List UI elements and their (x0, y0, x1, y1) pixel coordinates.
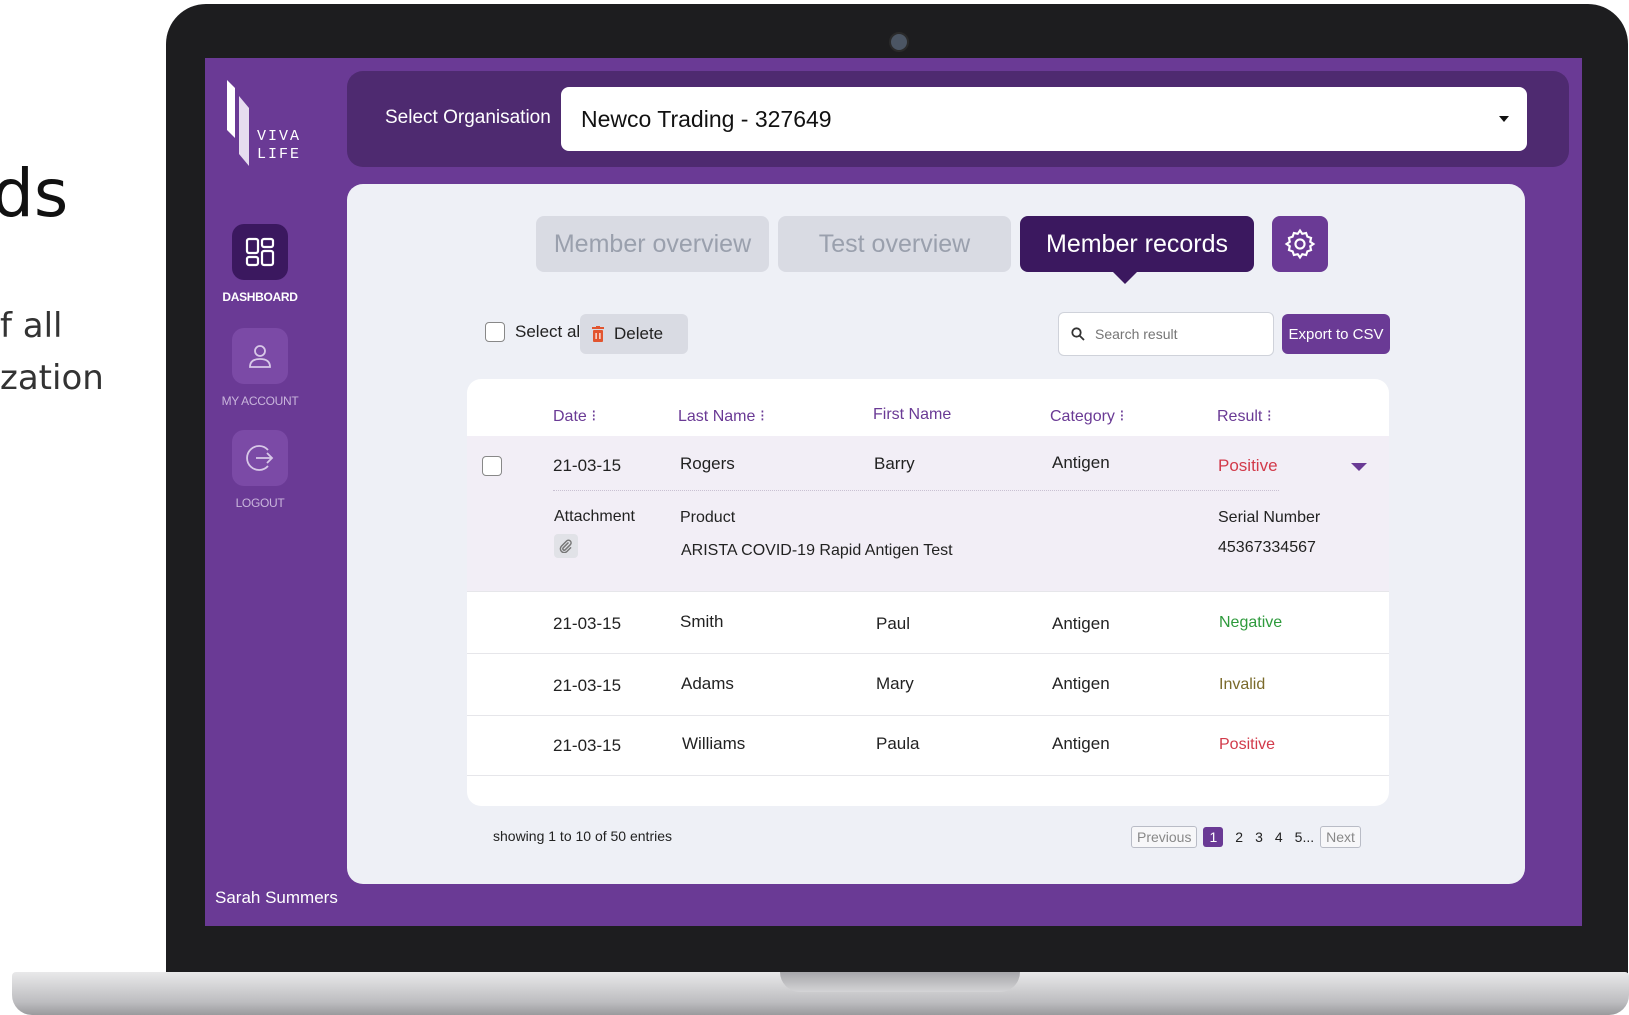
sidebar-item-dashboard[interactable]: DASHBOARD (222, 224, 298, 304)
cell-date: 21-03-15 (553, 614, 622, 633)
column-header-category[interactable]: Category ⁝ (1050, 406, 1124, 426)
page-2-button[interactable]: 2 (1235, 829, 1243, 845)
delete-button[interactable]: Delete (580, 314, 688, 354)
collapse-caret-icon[interactable] (1351, 463, 1367, 471)
product-value: ARISTA COVID-19 Rapid Antigen Test (681, 542, 953, 559)
logout-icon (232, 430, 288, 486)
cell-category: Antigen (1052, 734, 1110, 753)
cell-category: Antigen (1052, 674, 1110, 693)
row-divider (467, 775, 1389, 777)
select-all-label: Select all (515, 322, 584, 341)
cell-last-name: Williams (682, 734, 746, 753)
cell-last-name: Rogers (680, 454, 735, 473)
user-icon (232, 328, 288, 384)
marketing-text: f all zation (0, 300, 104, 404)
search-icon (1071, 327, 1085, 341)
page-5-button[interactable]: 5 (1295, 829, 1303, 845)
cell-result: Invalid (1219, 676, 1266, 693)
tab-member-overview[interactable]: Member overview (536, 216, 769, 272)
app-screen: VIVA LIFE DASHBOARD MY ACCOUNT LOGOUT Sa… (205, 58, 1582, 926)
cell-category: Antigen (1052, 614, 1110, 633)
svg-text:VIVA: VIVA (257, 128, 301, 145)
product-label: Product (680, 509, 736, 526)
cell-result: Negative (1219, 614, 1283, 631)
search-box[interactable] (1058, 312, 1274, 356)
next-page-button[interactable]: Next (1320, 826, 1361, 848)
organisation-select[interactable]: Newco Trading - 327649 (561, 87, 1527, 151)
chevron-down-icon (1499, 116, 1509, 122)
serial-number-label: Serial Number (1218, 509, 1321, 526)
column-header-first-name: First Name (873, 406, 952, 423)
organisation-value: Newco Trading - 327649 (581, 105, 832, 132)
cell-result: Positive (1219, 736, 1276, 753)
user-name: Sarah Summers (215, 888, 338, 907)
column-header-date[interactable]: Date ⁝ (553, 406, 596, 426)
svg-text:LIFE: LIFE (257, 146, 301, 163)
active-tab-pointer (1113, 272, 1137, 284)
cell-date: 21-03-15 (553, 676, 622, 695)
tab-test-overview[interactable]: Test overview (778, 216, 1011, 272)
attachment-label: Attachment (554, 508, 635, 525)
dashboard-icon (232, 224, 288, 280)
page-3-button[interactable]: 3 (1255, 829, 1263, 845)
sidebar-item-label: DASHBOARD (222, 290, 298, 304)
previous-page-button[interactable]: Previous (1131, 826, 1198, 848)
cell-last-name: Adams (681, 674, 734, 693)
entries-summary: showing 1 to 10 of 50 entries (493, 828, 673, 844)
table-row[interactable]: 21-03-15 Williams Paula Antigen Positive (467, 715, 1389, 776)
sidebar-item-my-account[interactable]: MY ACCOUNT (222, 328, 299, 408)
cell-first-name: Paula (876, 734, 920, 753)
marketing-line-1: f all (0, 306, 63, 346)
cell-category: Antigen (1052, 453, 1110, 472)
cell-first-name: Mary (876, 674, 914, 693)
delete-label: Delete (614, 324, 664, 343)
tab-member-records[interactable]: Member records (1020, 216, 1254, 272)
sidebar-item-logout[interactable]: LOGOUT (225, 430, 295, 510)
organisation-bar: Select Organisation Newco Trading - 3276… (347, 71, 1569, 167)
cell-date: 21-03-15 (553, 736, 622, 755)
serial-number-value: 45367334567 (1218, 539, 1316, 556)
laptop-notch (780, 972, 1020, 992)
marketing-heading: ds (0, 155, 69, 232)
organisation-label: Select Organisation (385, 107, 551, 128)
gear-icon (1284, 228, 1316, 260)
cell-first-name: Paul (876, 614, 911, 633)
column-header-result[interactable]: Result ⁝ (1217, 406, 1272, 426)
marketing-line-2: zation (0, 358, 104, 398)
row-divider (553, 490, 1279, 491)
table-row[interactable]: 21-03-15 Smith Paul Antigen Negative (467, 591, 1389, 654)
cell-first-name: Barry (874, 454, 915, 473)
attachment-button[interactable] (554, 534, 578, 558)
camera (889, 32, 909, 52)
records-table: Date ⁝ Last Name ⁝ First Name Category ⁝… (467, 379, 1389, 806)
trash-icon (592, 326, 604, 342)
search-input[interactable] (1093, 325, 1257, 343)
pagination: Previous 1 2 3 4 5 ... Next (1131, 826, 1361, 848)
table-row[interactable]: 21-03-15 Adams Mary Antigen Invalid (467, 653, 1389, 716)
page-4-button[interactable]: 4 (1275, 829, 1283, 845)
select-all-checkbox[interactable] (485, 322, 505, 342)
select-all[interactable]: Select all (485, 322, 584, 342)
cell-last-name: Smith (680, 612, 724, 631)
cell-date: 21-03-15 (553, 456, 622, 475)
column-header-last-name[interactable]: Last Name ⁝ (678, 406, 765, 426)
table-row[interactable]: 21-03-15 Rogers Barry Antigen Positive A… (467, 436, 1389, 591)
export-csv-button[interactable]: Export to CSV (1282, 314, 1390, 354)
row-checkbox[interactable] (482, 456, 502, 476)
cell-result: Positive (1218, 456, 1278, 475)
settings-button[interactable] (1272, 216, 1328, 272)
page-1-button[interactable]: 1 (1203, 827, 1224, 847)
sidebar-item-label: LOGOUT (235, 496, 285, 510)
paperclip-icon (559, 539, 572, 553)
pagination-ellipsis: ... (1302, 829, 1315, 845)
viva-life-logo: VIVA LIFE (219, 78, 309, 168)
main-panel: Member overview Test overview Member rec… (347, 184, 1525, 884)
sidebar-item-label: MY ACCOUNT (221, 394, 299, 408)
